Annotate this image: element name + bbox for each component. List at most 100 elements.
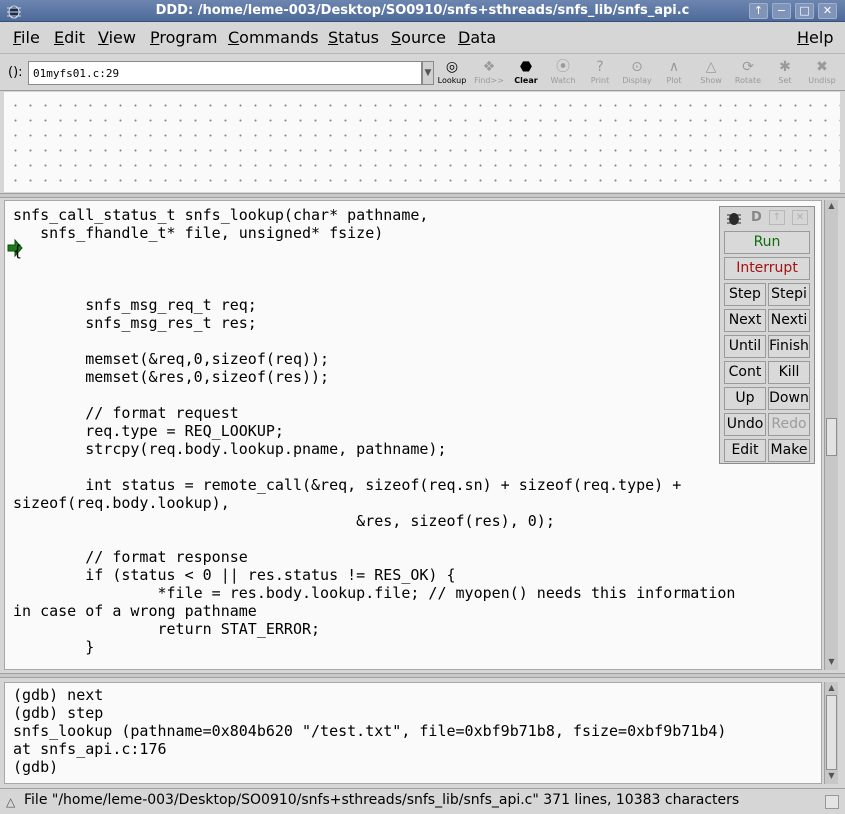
clear-label: Clear (514, 76, 538, 85)
menu-view-mnemonic: V (98, 28, 109, 47)
down-button[interactable]: Down (768, 387, 810, 410)
data-display-pane[interactable] (4, 92, 840, 192)
menu-view[interactable]: View (98, 28, 136, 47)
status-message: File "/home/leme-003/Desktop/SO0910/snfs… (24, 792, 740, 808)
scroll-down-arrow-icon[interactable]: ▼ (826, 657, 837, 667)
status-history-triangle-icon[interactable]: △ (6, 795, 15, 809)
up-button[interactable]: Up (724, 387, 766, 410)
menu-file[interactable]: File (13, 28, 40, 47)
title-bar: DDD: /home/leme-003/Desktop/SO0910/snfs+… (0, 0, 845, 22)
rotate-label: Rotate (734, 76, 762, 85)
until-button[interactable]: Until (724, 335, 766, 358)
raise-window-button[interactable]: ↑ (749, 3, 768, 19)
console-scrollbar[interactable]: ▲ ▼ (824, 682, 838, 784)
print-button[interactable]: ? Print (582, 58, 618, 88)
menu-data-mnemonic: D (458, 28, 471, 47)
lookup-button[interactable]: ◎ Lookup (434, 58, 470, 88)
undisplay-icon: ✖ (816, 59, 828, 75)
undisplay-label: Undisp (808, 76, 836, 85)
show-icon: △ (705, 59, 717, 75)
clear-button[interactable]: ⬣ Clear (508, 58, 544, 88)
rotate-icon: ⟳ (742, 59, 754, 75)
argument-history-dropdown[interactable]: ▼ (422, 61, 434, 85)
nexti-button[interactable]: Nexti (768, 309, 810, 332)
menu-status[interactable]: Status (328, 28, 379, 47)
menu-program[interactable]: Program (150, 28, 218, 47)
interrupt-button[interactable]: Interrupt (724, 257, 810, 280)
menu-commands-label: ommands (239, 28, 319, 47)
menu-data[interactable]: Data (458, 28, 496, 47)
minimize-window-button[interactable]: − (772, 3, 791, 19)
scroll-up-arrow-icon[interactable]: ▲ (826, 201, 837, 211)
source-scrollbar[interactable]: ▲ ▼ (824, 200, 838, 670)
menu-edit-mnemonic: E (54, 28, 65, 47)
argument-input[interactable]: 01myfs01.c:29 (28, 61, 422, 85)
menu-commands-mnemonic: C (228, 28, 240, 47)
print-question-icon: ? (596, 59, 604, 75)
command-tool-close-icon[interactable]: ✕ (792, 210, 808, 225)
set-button[interactable]: ✱ Set (767, 58, 803, 88)
menu-file-mnemonic: F (13, 28, 22, 47)
plot-icon: ∧ (668, 59, 680, 75)
menu-help-label: elp (809, 28, 834, 47)
menu-bar: File Edit View Program Commands Status S… (0, 22, 845, 54)
source-code-pane[interactable]: snfs_call_status_t snfs_lookup(char* pat… (4, 200, 822, 670)
menu-edit[interactable]: Edit (54, 28, 85, 47)
console-scrollbar-thumb[interactable] (826, 695, 837, 770)
command-tool-title-letter: D (751, 210, 762, 225)
menu-help[interactable]: Help (797, 28, 833, 47)
source-scrollbar-thumb[interactable] (826, 418, 837, 456)
find-label: Find>> (474, 76, 504, 85)
display-label: Display (622, 76, 652, 85)
ddd-bug-icon (727, 213, 741, 225)
display-icon: ⊙ (631, 59, 643, 75)
menu-program-mnemonic: P (150, 28, 160, 47)
edit-button[interactable]: Edit (724, 439, 766, 462)
menu-help-mnemonic: H (797, 28, 810, 47)
menu-view-label: iew (108, 28, 136, 47)
step-button[interactable]: Step (724, 283, 766, 306)
display-button[interactable]: ⊙ Display (619, 58, 655, 88)
kill-button[interactable]: Kill (768, 361, 810, 384)
print-label: Print (590, 76, 610, 85)
cont-button[interactable]: Cont (724, 361, 766, 384)
run-button[interactable]: Run (724, 231, 810, 254)
gdb-console-pane[interactable]: (gdb) next (gdb) step snfs_lookup (pathn… (4, 682, 822, 784)
resize-grip-icon[interactable] (825, 795, 839, 809)
menu-source-label: ource (401, 28, 446, 47)
next-button[interactable]: Next (724, 309, 766, 332)
menu-source[interactable]: Source (391, 28, 446, 47)
console-scroll-up-arrow-icon[interactable]: ▲ (826, 683, 837, 693)
watch-label: Watch (550, 76, 576, 85)
redo-button[interactable]: Redo (768, 413, 810, 436)
find-icon: ❖ (482, 59, 496, 75)
undo-button[interactable]: Undo (724, 413, 766, 436)
status-bar: △ File "/home/leme-003/Desktop/SO0910/sn… (0, 788, 845, 814)
undisplay-button[interactable]: ✖ Undisp (804, 58, 840, 88)
source-console-sash[interactable] (0, 673, 845, 678)
command-tool-raise-icon[interactable]: ↑ (769, 210, 785, 225)
rotate-button[interactable]: ⟳ Rotate (730, 58, 766, 88)
data-source-sash[interactable] (0, 193, 845, 198)
console-scroll-down-arrow-icon[interactable]: ▼ (826, 771, 837, 781)
menu-edit-label: dit (64, 28, 85, 47)
menu-program-label: rogram (159, 28, 218, 47)
command-tool: D ↑ ✕ Run Interrupt Step Stepi Next Next… (719, 206, 815, 464)
show-label: Show (700, 76, 722, 85)
show-button[interactable]: △ Show (693, 58, 729, 88)
maximize-window-button[interactable]: □ (795, 3, 814, 19)
stepi-button[interactable]: Stepi (768, 283, 810, 306)
command-tool-title: D ↑ ✕ (720, 207, 814, 229)
menu-commands[interactable]: Commands (228, 28, 319, 47)
watch-glasses-icon: ⦿ (556, 59, 570, 75)
finish-button[interactable]: Finish (768, 335, 810, 358)
plot-button[interactable]: ∧ Plot (656, 58, 692, 88)
menu-status-mnemonic: S (328, 28, 339, 47)
source-code-text: snfs_call_status_t snfs_lookup(char* pat… (13, 206, 736, 656)
watch-button[interactable]: ⦿ Watch (545, 58, 581, 88)
stop-sign-icon: ⬣ (519, 59, 533, 75)
make-button[interactable]: Make (768, 439, 810, 462)
close-window-button[interactable]: ✕ (818, 3, 837, 19)
set-label: Set (778, 76, 792, 85)
find-button[interactable]: ❖ Find>> (471, 58, 507, 88)
